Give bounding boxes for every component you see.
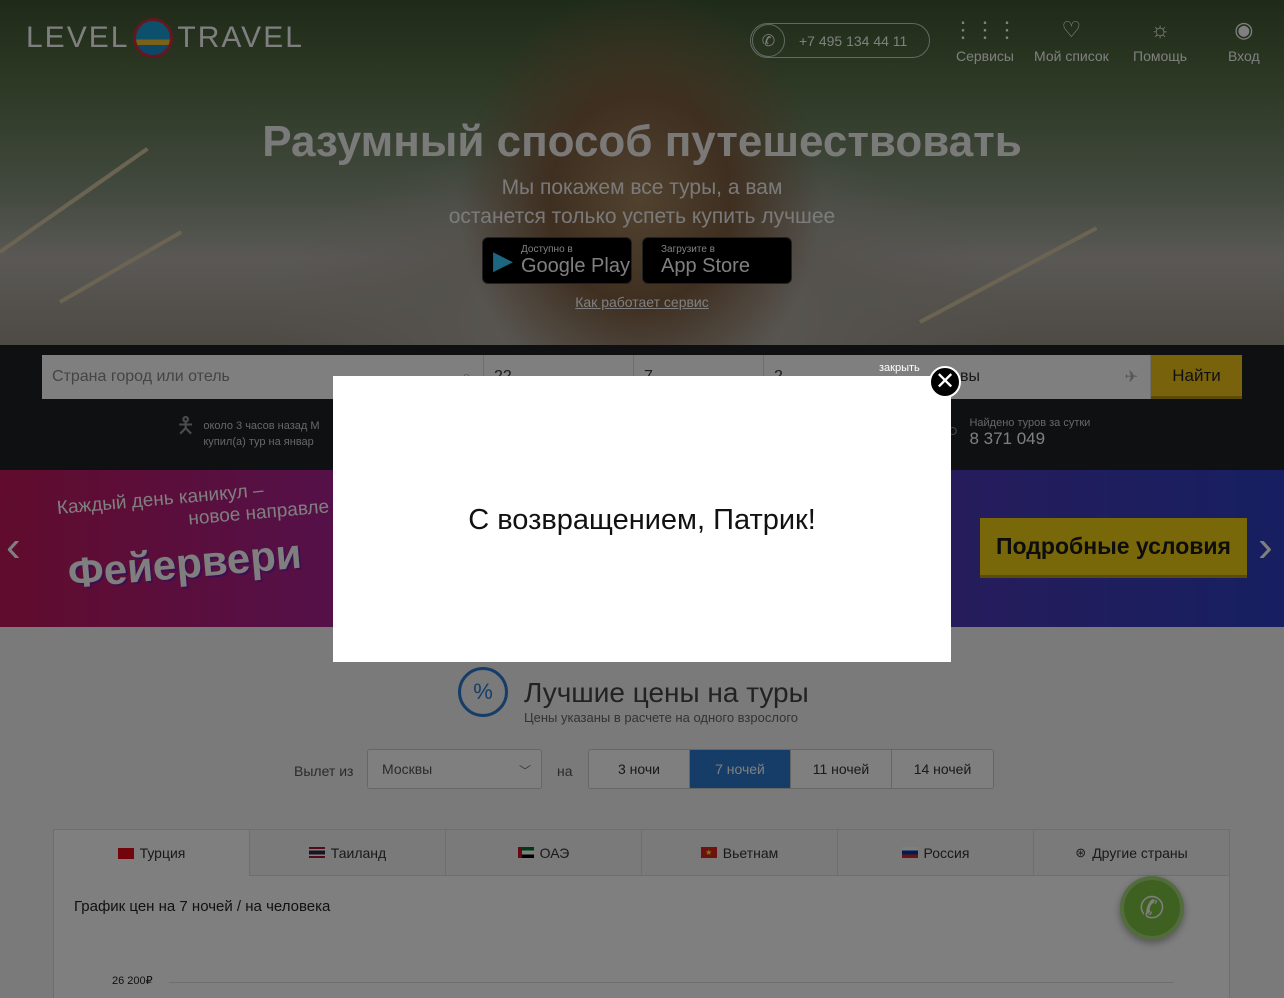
close-modal-button[interactable]: ✕ [929, 366, 961, 398]
close-label[interactable]: закрыть [879, 362, 920, 374]
welcome-message: С возвращением, Патрик! [468, 504, 816, 536]
close-icon: ✕ [934, 368, 956, 395]
welcome-modal: С возвращением, Патрик! [333, 376, 951, 662]
